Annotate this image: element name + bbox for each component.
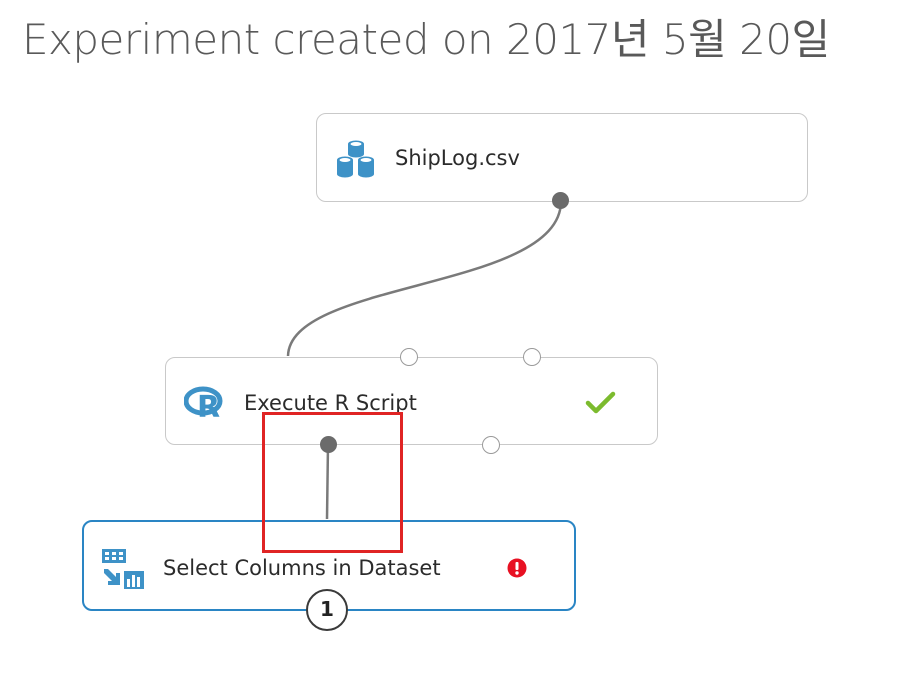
dataset-cylinders-icon <box>333 136 379 186</box>
error-icon <box>507 558 527 582</box>
select-columns-icon <box>100 547 146 595</box>
module-shiplog-csv[interactable]: ShipLog.csv <box>316 113 808 202</box>
wire-shiplog-to-execute-r <box>286 200 563 357</box>
check-icon <box>585 390 617 420</box>
output-port[interactable] <box>552 192 569 209</box>
experiment-canvas[interactable]: Experiment created on 2017년 5월 20일 ShipL… <box>0 0 922 682</box>
output-port[interactable] <box>482 436 500 454</box>
highlight-rectangle <box>262 412 403 553</box>
module-label: ShipLog.csv <box>395 146 520 170</box>
svg-text:R: R <box>197 390 220 421</box>
input-port[interactable] <box>523 348 541 366</box>
error-count-badge[interactable]: 1 <box>306 589 348 631</box>
r-logo-icon: R <box>183 383 226 425</box>
module-label: Select Columns in Dataset <box>163 556 441 580</box>
input-port[interactable] <box>400 348 418 366</box>
module-execute-r-script[interactable]: R Execute R Script <box>165 357 658 445</box>
experiment-title: Experiment created on 2017년 5월 20일 <box>22 15 830 64</box>
